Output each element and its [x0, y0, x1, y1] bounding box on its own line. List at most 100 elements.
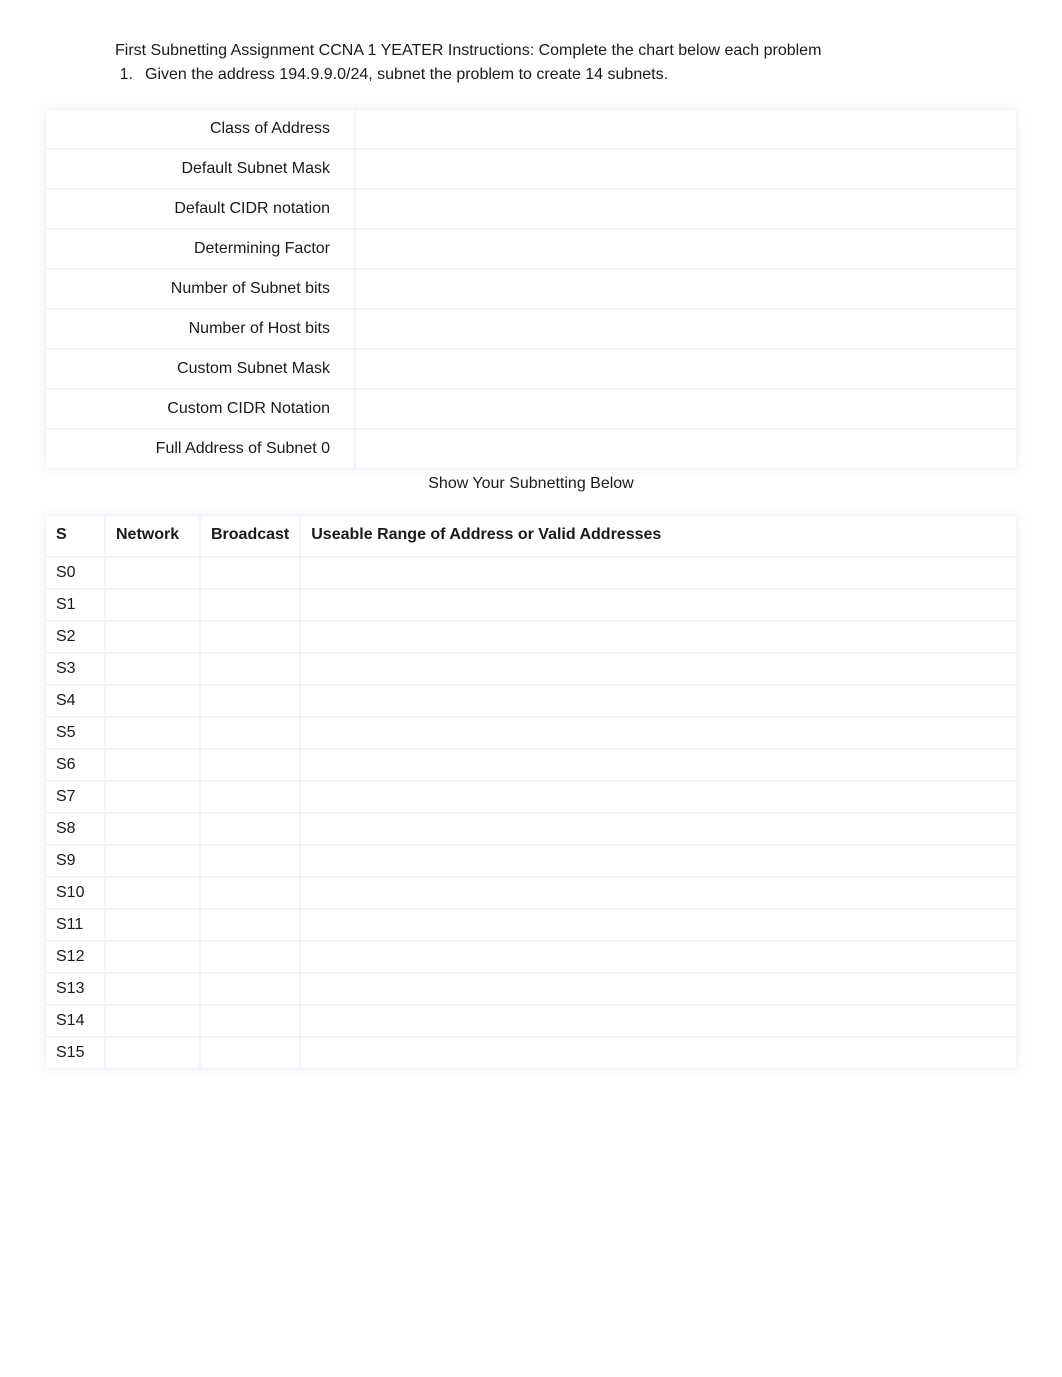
- info-label: Number of Host bits: [45, 309, 355, 349]
- info-value[interactable]: [355, 429, 1017, 469]
- subnet-broadcast[interactable]: [200, 941, 300, 973]
- subnet-header-row: S Network Broadcast Useable Range of Add…: [45, 515, 1017, 557]
- info-row: Custom CIDR Notation: [45, 389, 1017, 429]
- subnet-id: S4: [45, 685, 105, 717]
- subnet-id: S5: [45, 717, 105, 749]
- subnet-network[interactable]: [105, 621, 200, 653]
- subnet-network[interactable]: [105, 717, 200, 749]
- subnet-broadcast[interactable]: [200, 621, 300, 653]
- subnet-broadcast[interactable]: [200, 685, 300, 717]
- info-row: Default Subnet Mask: [45, 149, 1017, 189]
- subnet-id: S9: [45, 845, 105, 877]
- subnet-broadcast[interactable]: [200, 1005, 300, 1037]
- info-value[interactable]: [355, 389, 1017, 429]
- info-row: Number of Host bits: [45, 309, 1017, 349]
- info-row: Determining Factor: [45, 229, 1017, 269]
- subnet-broadcast[interactable]: [200, 1037, 300, 1069]
- subnet-id: S13: [45, 973, 105, 1005]
- problem-text: Given the address 194.9.9.0/24, subnet t…: [145, 66, 668, 84]
- subnet-range[interactable]: [300, 589, 1017, 621]
- subnet-range[interactable]: [300, 749, 1017, 781]
- subnet-id: S0: [45, 557, 105, 589]
- info-value[interactable]: [355, 189, 1017, 229]
- subnet-broadcast[interactable]: [200, 749, 300, 781]
- info-value[interactable]: [355, 109, 1017, 149]
- info-value[interactable]: [355, 149, 1017, 189]
- subnet-range[interactable]: [300, 781, 1017, 813]
- subnet-id: S11: [45, 909, 105, 941]
- subnet-range[interactable]: [300, 717, 1017, 749]
- subnet-range[interactable]: [300, 1005, 1017, 1037]
- subnet-row: S12: [45, 941, 1017, 973]
- subnet-network[interactable]: [105, 845, 200, 877]
- subnet-broadcast[interactable]: [200, 909, 300, 941]
- header-s: S: [45, 515, 105, 557]
- info-value[interactable]: [355, 349, 1017, 389]
- info-value[interactable]: [355, 229, 1017, 269]
- subnet-network[interactable]: [105, 653, 200, 685]
- subnet-broadcast[interactable]: [200, 845, 300, 877]
- subnet-network[interactable]: [105, 557, 200, 589]
- info-row: Custom Subnet Mask: [45, 349, 1017, 389]
- header-range: Useable Range of Address or Valid Addres…: [300, 515, 1017, 557]
- info-label: Custom CIDR Notation: [45, 389, 355, 429]
- subnet-network[interactable]: [105, 941, 200, 973]
- subnet-row: S14: [45, 1005, 1017, 1037]
- subnet-broadcast[interactable]: [200, 973, 300, 1005]
- subnet-id: S15: [45, 1037, 105, 1069]
- subnet-row: S6: [45, 749, 1017, 781]
- subnet-range[interactable]: [300, 621, 1017, 653]
- subnet-network[interactable]: [105, 685, 200, 717]
- header-network: Network: [105, 515, 200, 557]
- info-label: Default CIDR notation: [45, 189, 355, 229]
- subnet-broadcast[interactable]: [200, 557, 300, 589]
- info-row: Full Address of Subnet 0: [45, 429, 1017, 469]
- subnet-range[interactable]: [300, 877, 1017, 909]
- subnet-range[interactable]: [300, 845, 1017, 877]
- instructions-text: First Subnetting Assignment CCNA 1 YEATE…: [115, 40, 1017, 62]
- subnet-row: S4: [45, 685, 1017, 717]
- problem-line: 1. Given the address 194.9.9.0/24, subne…: [115, 66, 1017, 84]
- subnet-network[interactable]: [105, 1037, 200, 1069]
- info-label: Full Address of Subnet 0: [45, 429, 355, 469]
- header-broadcast: Broadcast: [200, 515, 300, 557]
- subnet-range[interactable]: [300, 557, 1017, 589]
- subnet-broadcast[interactable]: [200, 589, 300, 621]
- info-label: Class of Address: [45, 109, 355, 149]
- subnet-range[interactable]: [300, 941, 1017, 973]
- subnet-range[interactable]: [300, 813, 1017, 845]
- subnet-range[interactable]: [300, 1037, 1017, 1069]
- info-value[interactable]: [355, 309, 1017, 349]
- info-row: Class of Address: [45, 109, 1017, 149]
- subnet-id: S6: [45, 749, 105, 781]
- subnet-network[interactable]: [105, 909, 200, 941]
- info-label: Custom Subnet Mask: [45, 349, 355, 389]
- info-value[interactable]: [355, 269, 1017, 309]
- subnet-network[interactable]: [105, 813, 200, 845]
- subnet-range[interactable]: [300, 685, 1017, 717]
- info-label: Determining Factor: [45, 229, 355, 269]
- subnet-network[interactable]: [105, 589, 200, 621]
- subnet-row: S7: [45, 781, 1017, 813]
- subnet-network[interactable]: [105, 973, 200, 1005]
- subnet-row: S15: [45, 1037, 1017, 1069]
- subnet-network[interactable]: [105, 1005, 200, 1037]
- subnet-id: S8: [45, 813, 105, 845]
- subnet-network[interactable]: [105, 781, 200, 813]
- subnet-broadcast[interactable]: [200, 877, 300, 909]
- subnet-row: S5: [45, 717, 1017, 749]
- subnet-broadcast[interactable]: [200, 653, 300, 685]
- subnet-row: S10: [45, 877, 1017, 909]
- subnet-range[interactable]: [300, 973, 1017, 1005]
- subnet-row: S11: [45, 909, 1017, 941]
- subnet-broadcast[interactable]: [200, 781, 300, 813]
- subnet-network[interactable]: [105, 877, 200, 909]
- subnet-row: S1: [45, 589, 1017, 621]
- header-block: First Subnetting Assignment CCNA 1 YEATE…: [115, 40, 1017, 84]
- subnetting-caption: Show Your Subnetting Below: [45, 475, 1017, 493]
- subnet-broadcast[interactable]: [200, 813, 300, 845]
- subnet-range[interactable]: [300, 653, 1017, 685]
- subnet-broadcast[interactable]: [200, 717, 300, 749]
- subnet-range[interactable]: [300, 909, 1017, 941]
- subnet-network[interactable]: [105, 749, 200, 781]
